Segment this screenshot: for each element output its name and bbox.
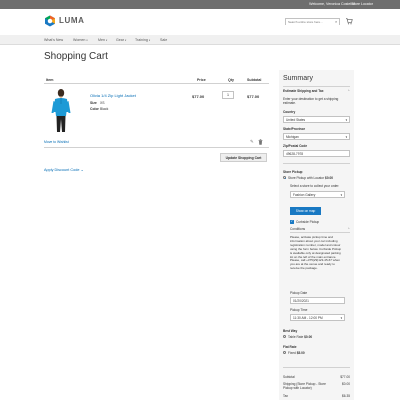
country-label: Country [283, 110, 296, 114]
summary-divider [283, 163, 350, 164]
move-to-wishlist-link[interactable]: Move to Wishlist [44, 140, 69, 144]
country-select[interactable]: United States ▾ [283, 116, 350, 123]
flat-rate-radio[interactable] [283, 351, 287, 355]
best-way-option: Table Rate $0.00 [288, 335, 313, 339]
shipping-value: $0.00 [342, 382, 350, 386]
totals-divider [283, 367, 350, 368]
pickup-date-field[interactable]: 01/20/2021 [290, 297, 345, 304]
summary-divider [283, 86, 350, 87]
zip-field[interactable]: 49628-7978 [283, 150, 350, 157]
chevron-up-icon[interactable]: ⌃ [347, 227, 350, 231]
flat-rate-option: Fixed $5.00 [288, 351, 305, 355]
option-size-label: Size [90, 101, 97, 105]
conditions-divider [290, 232, 350, 233]
conditions-toggle[interactable]: Conditions [290, 227, 305, 231]
welcome-message: Welcome, Veronica Costello! [309, 2, 355, 6]
zip-label: Zip/Postal Code [283, 144, 308, 148]
pickup-date-label: Pickup Date [290, 291, 308, 295]
trash-icon[interactable] [258, 139, 263, 145]
summary-panel: Summary Estimate Shipping and Tax ⌃ Ente… [279, 70, 354, 400]
item-subtotal: $77.00 [247, 94, 260, 99]
curbside-pickup-checkbox[interactable]: ✓ [290, 219, 294, 224]
apply-discount-toggle[interactable]: Apply Discount Code ⌄ [44, 167, 84, 172]
item-price: $77.00 [192, 94, 205, 99]
pickup-time-select[interactable]: 11:30 AM - 12:00 PM ▾ [290, 314, 345, 321]
nav-item-training[interactable]: Training▾ [135, 38, 150, 42]
state-select[interactable]: Michigan ▾ [283, 133, 350, 140]
tax-value: $6.35 [342, 394, 350, 398]
flat-rate-heading: Flat Rate [283, 345, 297, 349]
chevron-down-icon: ▾ [148, 39, 151, 42]
best-way-heading: Best Way [283, 329, 298, 333]
chevron-down-icon: ▾ [125, 39, 127, 42]
nav-item-whats-new[interactable]: What's New [44, 38, 63, 42]
quantity-input[interactable]: 1 [222, 91, 234, 99]
top-bar: Welcome, Veronica Costello! Store Locato… [0, 0, 400, 9]
luma-logo-icon[interactable] [44, 15, 56, 27]
nav-item-gear[interactable]: Gear▾ [116, 38, 126, 42]
search-input[interactable] [286, 19, 339, 25]
chevron-up-icon[interactable]: ⌃ [347, 89, 350, 93]
chevron-down-icon: ▾ [340, 316, 342, 320]
option-color-value: Black [100, 107, 109, 111]
logo-text[interactable]: LUMA [59, 16, 85, 25]
product-image[interactable] [49, 88, 73, 134]
pickup-time-label: Pickup Time [290, 308, 308, 312]
cart-table-header: Item Price Qty Subtotal [44, 76, 269, 84]
option-size-value: XS [100, 101, 105, 105]
edit-icon[interactable]: ✎ [250, 139, 254, 145]
chevron-down-icon: ▾ [86, 39, 88, 42]
show-on-map-button[interactable]: Show on map [290, 207, 321, 215]
row-divider [44, 147, 269, 148]
option-color-label: Color [90, 107, 99, 111]
search-icon[interactable]: ⌕ [335, 19, 337, 24]
tax-label: Tax [283, 394, 288, 398]
store-pickup-option: Store Pickup with Locator $0.00 [288, 176, 334, 180]
best-way-radio[interactable] [283, 335, 287, 339]
shipping-label: Shipping (Store Pickup - Store Pickup wi… [283, 382, 326, 391]
chevron-down-icon: ▾ [106, 39, 108, 42]
search-box[interactable] [285, 18, 340, 25]
subtotal-value: $77.00 [340, 375, 350, 379]
column-header-qty: Qty [228, 78, 234, 82]
store-pickup-radio[interactable] [283, 176, 287, 180]
chevron-down-icon: ▾ [340, 193, 342, 197]
column-header-price: Price [197, 78, 206, 82]
curbside-pickup-label: Curbside Pickup [296, 220, 320, 224]
estimate-help-text: Enter your destination to get a shipping… [283, 97, 339, 106]
chevron-down-icon: ▾ [345, 135, 347, 139]
summary-title: Summary [283, 75, 313, 82]
chevron-down-icon: ⌄ [80, 168, 84, 172]
state-label: State/Province [283, 127, 306, 131]
product-name-link[interactable]: Olivia 1/4 Zip Light Jacket [90, 93, 136, 98]
page-title: Shopping Cart [44, 51, 108, 62]
store-select[interactable]: Fashion Gallery ▾ [290, 191, 345, 198]
main-navigation: What's New Women▾ Men▾ Gear▾ Training▾ S… [0, 35, 400, 45]
conditions-text: Please, activate pickup time and informa… [290, 235, 342, 271]
nav-item-men[interactable]: Men▾ [98, 38, 107, 42]
column-header-subtotal: Subtotal [247, 78, 262, 82]
nav-item-women[interactable]: Women▾ [73, 38, 88, 42]
subtotal-label: Subtotal [283, 375, 295, 379]
cart-icon[interactable] [345, 17, 353, 25]
store-pickup-heading: Store Pickup [283, 170, 303, 174]
update-shopping-cart-button[interactable]: Update Shopping Cart [220, 153, 267, 162]
column-header-item: Item [46, 78, 54, 82]
select-store-label: Select a store to collect your order: [290, 184, 340, 188]
estimate-shipping-toggle[interactable]: Estimate Shipping and Tax [283, 89, 324, 93]
store-locator-link[interactable]: Store Locator [351, 2, 373, 6]
nav-item-sale[interactable]: Sale [160, 38, 167, 42]
chevron-down-icon: ▾ [345, 118, 347, 122]
